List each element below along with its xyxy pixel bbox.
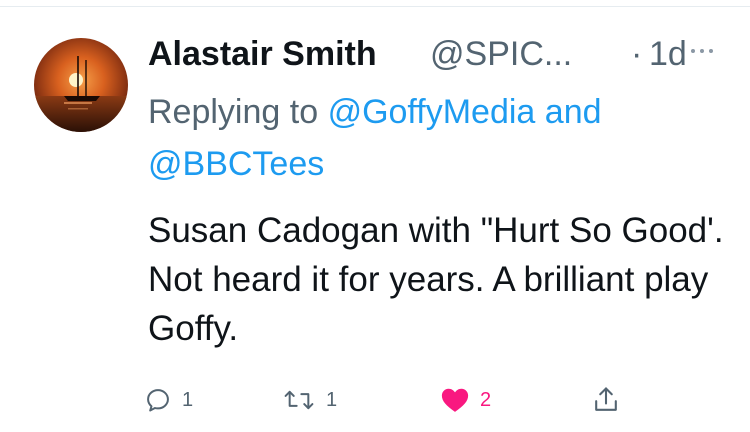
more-dot bbox=[691, 49, 695, 53]
author-display-name[interactable]: Alastair Smith bbox=[148, 32, 377, 76]
reply-icon bbox=[147, 389, 169, 412]
reply-count: 1 bbox=[182, 388, 194, 411]
like-count: 2 bbox=[480, 388, 492, 411]
separator-dot: · bbox=[631, 35, 643, 73]
heart-icon bbox=[441, 388, 469, 412]
share-button[interactable] bbox=[592, 380, 620, 420]
avatar[interactable] bbox=[34, 38, 128, 132]
more-dot bbox=[709, 49, 713, 53]
retweet-button[interactable]: 1 bbox=[282, 380, 337, 420]
tweet-text: Susan Cadogan with "Hurt So Good'. Not h… bbox=[148, 211, 724, 348]
retweet-icon bbox=[284, 390, 314, 410]
more-dot bbox=[700, 49, 704, 53]
like-button[interactable]: 2 bbox=[440, 380, 491, 420]
retweet-count: 1 bbox=[326, 388, 338, 411]
replying-to-prefix: Replying to bbox=[148, 93, 319, 131]
more-icon[interactable] bbox=[682, 36, 722, 66]
mention-goffymedia[interactable]: @GoffyMedia bbox=[328, 93, 536, 131]
share-icon bbox=[595, 387, 617, 411]
tweet-header: Alastair Smith @SPIC... · 1d bbox=[148, 28, 728, 80]
mention-bbctees[interactable]: @BBCTees bbox=[148, 145, 324, 183]
action-bar: 1 1 2 bbox=[144, 380, 644, 420]
author-handle[interactable]: @SPIC... bbox=[430, 32, 572, 76]
replying-conjunction: and bbox=[544, 93, 602, 131]
sunset-sailboat-icon bbox=[34, 38, 128, 132]
reply-button[interactable]: 1 bbox=[144, 380, 193, 420]
replying-to: Replying to @GoffyMedia and @BBCTees bbox=[148, 86, 728, 190]
tweet[interactable]: Alastair Smith @SPIC... · 1d Replying to… bbox=[0, 0, 750, 432]
